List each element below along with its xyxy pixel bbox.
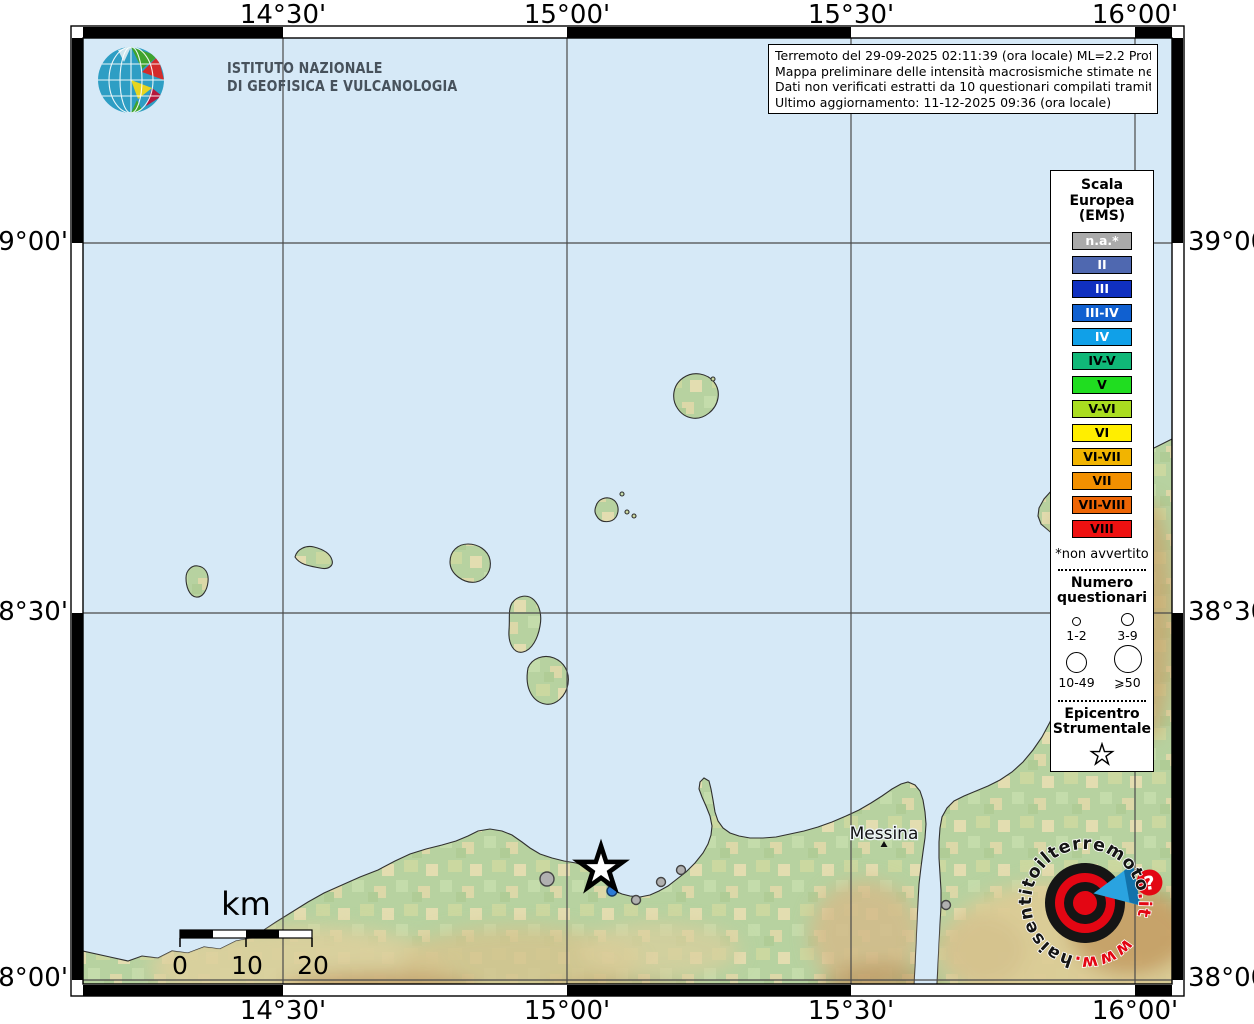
legend-swatch-III: III [1072,280,1132,298]
lon-label-bottom-0: 14°30' [203,996,363,1024]
event-title-line1: Terremoto del 29-09-2025 02:11:39 (ora l… [775,48,1151,64]
islet [620,492,624,496]
epicenter-legend-star-icon [1087,742,1117,768]
questionnaire-size-3-9: 3-9 [1102,613,1153,643]
intensity-swatch-list: n.a.*IIIIIIII-IVIVIV-VVV-VIVIVI-VIIVIIVI… [1051,232,1153,538]
size-circle-icon [1121,613,1134,626]
legend-divider [1058,700,1146,702]
legend-swatch-IV: IV [1072,328,1132,346]
legend-swatch-n.a.*: n.a.* [1072,232,1132,250]
legend-swatch-V-VI: V-VI [1072,400,1132,418]
lat-label-left-2: 38°00' [0,963,68,993]
lat-label-left-0: 39°00' [0,227,68,257]
legend-swatch-VII-VIII: VII-VIII [1072,496,1132,514]
islet [632,514,636,518]
ingv-wordmark: ISTITUTO NAZIONALE DI GEOFISICA E VULCAN… [227,59,457,95]
epicenter-title-line2: Strumentale [1051,722,1153,738]
event-title-box: Terremoto del 29-09-2025 02:11:39 (ora l… [768,44,1158,114]
observation-point-na [657,878,666,887]
epicenter-title-line1: Epicentro [1051,707,1153,723]
lat-label-right-0: 39°00' [1188,227,1254,257]
observation-point-na [540,872,554,886]
legend-swatch-III-IV: III-IV [1072,304,1132,322]
scale-tick-20: 20 [297,951,329,980]
ingv-line1: ISTITUTO NAZIONALE [227,59,457,77]
map-page: Messina km 0 10 20 [0,0,1254,1024]
event-title-line3: Dati non verificati estratti da 10 quest… [775,79,1151,95]
observation-point-na [942,901,951,910]
legend-swatch-VI: VI [1072,424,1132,442]
scale-tick-10: 10 [231,951,263,980]
legend-swatch-VII: VII [1072,472,1132,490]
observation-point-na [632,896,641,905]
legend-swatch-V: V [1072,376,1132,394]
islet [711,377,715,381]
lon-label-top-3: 16°00' [1055,0,1215,30]
event-title-line4: Ultimo aggiornamento: 11-12-2025 09:36 (… [775,95,1151,111]
island-alicudi [186,566,208,597]
island-panarea [595,498,618,522]
lon-label-top-0: 14°30' [203,0,363,30]
ingv-line2: DI GEOFISICA E VULCANOLOGIA [227,77,457,95]
lon-label-top-1: 15°00' [487,0,647,30]
scale-tick-0: 0 [172,951,188,980]
lat-label-right-1: 38°30' [1188,597,1254,627]
size-circle-icon [1072,617,1081,626]
questionnaires-title-line2: questionari [1051,591,1153,607]
questionnaire-size-10-49: 10-49 [1051,645,1102,690]
lon-label-bottom-3: 16°00' [1055,996,1215,1024]
legend-swatch-IV-V: IV-V [1072,352,1132,370]
legend-swatch-II: II [1072,256,1132,274]
questionnaire-size-⩾50: ⩾50 [1102,645,1153,690]
questionnaires-title-line1: Numero [1051,576,1153,592]
legend-footnote: *non avvertito [1051,547,1153,562]
islet [625,510,629,514]
event-title-line2: Mappa preliminare delle intensità macros… [775,64,1151,80]
city-messina: Messina [850,824,919,847]
legend-panel: Scala Europea (EMS) n.a.*IIIIIIII-IVIVIV… [1050,170,1154,772]
legend-swatch-VI-VII: VI-VII [1072,448,1132,466]
size-label: 1-2 [1066,628,1086,643]
lon-label-bottom-1: 15°00' [487,996,647,1024]
lon-label-top-2: 15°30' [771,0,931,30]
size-label: 10-49 [1058,675,1094,690]
size-label: ⩾50 [1114,675,1140,690]
legend-swatch-VIII: VIII [1072,520,1132,538]
legend-title-line2: Europea [1051,194,1153,210]
island-vulcano [527,656,568,704]
ingv-logo-icon [98,47,164,113]
questionnaire-size-grid: 1-2 3-9 10-49 ⩾50 [1051,613,1153,690]
size-label: 3-9 [1117,628,1137,643]
observation-point-na [677,866,686,875]
scale-unit: km [221,885,271,923]
legend-title-line1: Scala [1051,178,1153,194]
questionnaire-size-1-2: 1-2 [1051,613,1102,643]
legend-title-line3: (EMS) [1051,209,1153,225]
size-circle-icon [1114,645,1142,673]
lat-label-right-2: 38°00' [1188,963,1254,993]
legend-divider [1058,569,1146,571]
lon-label-bottom-2: 15°30' [771,996,931,1024]
size-circle-icon [1066,652,1087,673]
lat-label-left-1: 38°30' [0,597,68,627]
